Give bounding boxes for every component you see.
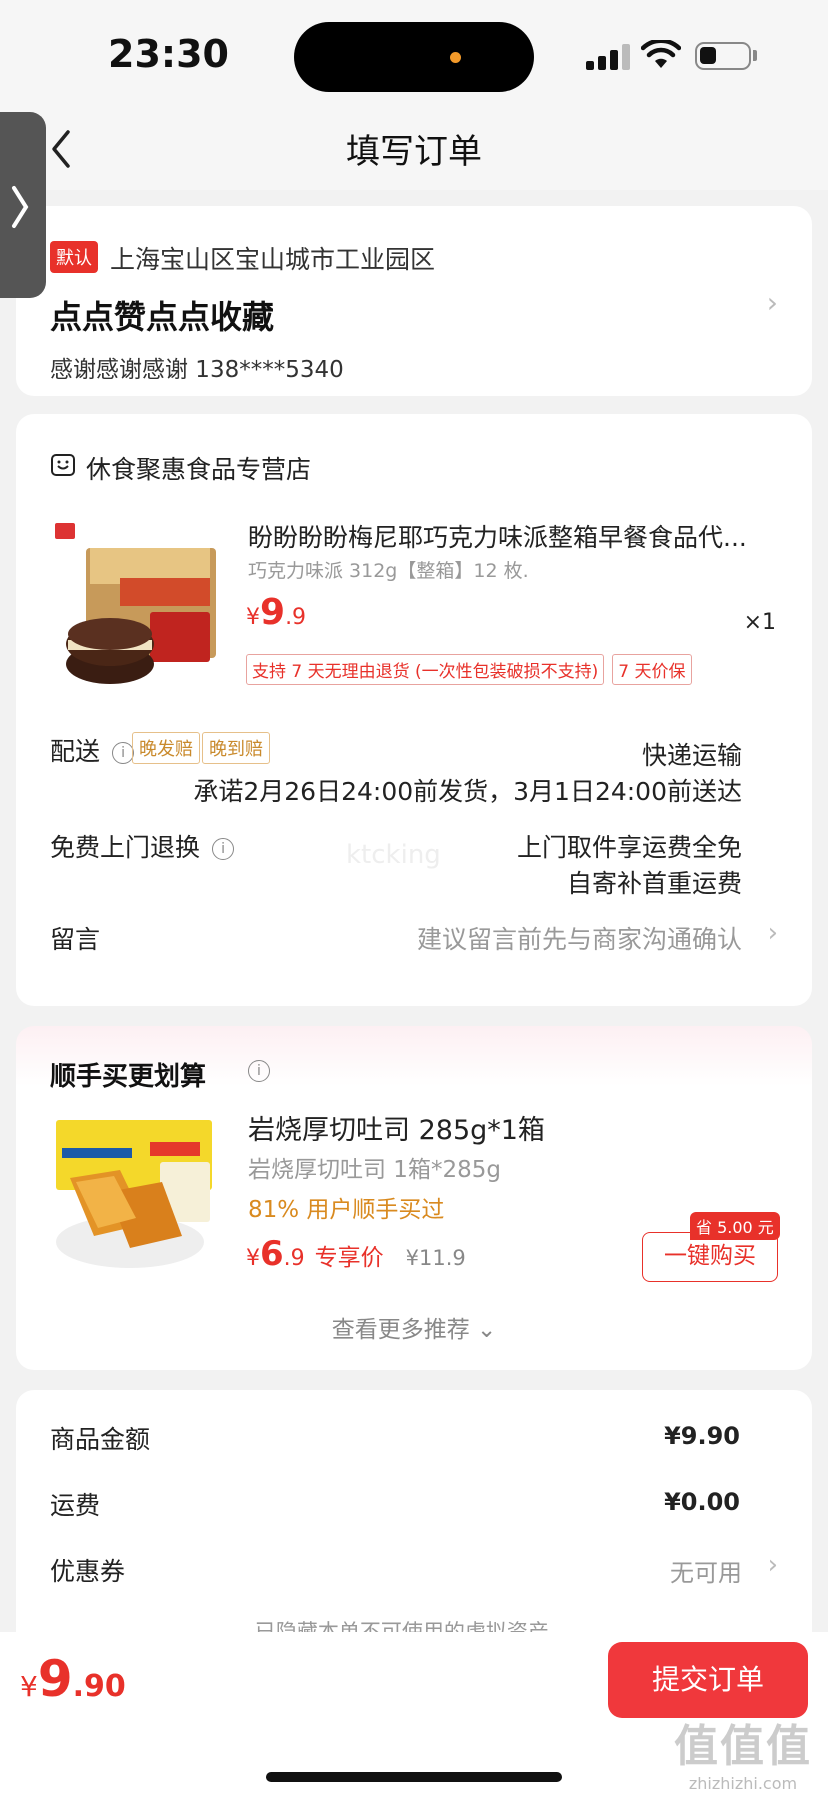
original-price: ¥11.9 <box>405 1246 466 1270</box>
clock: 23:30 <box>108 32 229 76</box>
price-protection-tag: 7 天价保 <box>612 654 692 685</box>
message-input[interactable]: 建议留言前先与商家沟通确认 <box>417 920 742 956</box>
more-recommendations-label: 查看更多推荐 <box>331 1317 470 1343</box>
total-currency: ¥ <box>20 1670 38 1703</box>
wifi-icon <box>641 40 681 68</box>
recording-indicator <box>450 52 461 63</box>
recommendation-spec: 岩烧厚切吐司 1箱*285g <box>248 1157 501 1183</box>
navigation-bar: 填写订单 <box>0 110 828 190</box>
delivery-label-wrap: 配送 i <box>50 732 135 768</box>
site-url: zhizhizhi.com <box>688 1774 798 1793</box>
delivery-promise: 承诺2月26日24:00前发货，3月1日24:00前送达 <box>193 777 742 806</box>
recommendation-price: ¥6.9 专享价 ¥11.9 <box>246 1234 466 1274</box>
late-arrival-compensation-tag: 晚到赔 <box>202 732 270 764</box>
returns-line2: 自寄补首重运费 <box>566 869 742 898</box>
shipping-fee-label: 运费 <box>50 1491 101 1520</box>
recommendation-title: 顺手买更划算 <box>50 1062 207 1092</box>
returns-label: 免费上门退换 <box>50 833 201 862</box>
price-currency: ¥ <box>246 1246 260 1271</box>
product-title[interactable]: 盼盼盼盼梅尼耶巧克力味派整箱早餐食品代... <box>248 518 788 554</box>
returns-label-wrap: 免费上门退换 i <box>50 828 235 864</box>
product-image[interactable] <box>50 518 230 698</box>
recommendation-image[interactable] <box>50 1112 218 1280</box>
default-address-badge: 默认 <box>50 241 98 273</box>
chevron-right-icon: › <box>767 1550 778 1580</box>
chevron-right-icon: › <box>767 918 778 948</box>
product-price: ¥9.9 <box>246 592 306 633</box>
delivery-method: 快递运输 <box>641 741 742 770</box>
goods-amount-value: ¥9.90 <box>664 1422 740 1450</box>
return-policy-tag: 支持 7 天无理由退货 (一次性包装破损不支持) <box>246 654 605 685</box>
shop-icon <box>51 454 75 476</box>
side-drawer-handle[interactable] <box>0 112 46 298</box>
savings-badge: 省 5.00 元 <box>690 1212 780 1240</box>
price-integer: 6 <box>260 1234 284 1274</box>
late-ship-compensation-tag: 晚发赔 <box>132 732 200 764</box>
recipient-name: 点点赞点点收藏 <box>50 298 275 336</box>
message-label: 留言 <box>50 925 101 954</box>
shipping-fee-value: ¥0.00 <box>664 1488 740 1516</box>
home-indicator[interactable] <box>266 1772 562 1782</box>
dynamic-island <box>294 22 534 92</box>
goods-amount-label: 商品金额 <box>50 1425 151 1454</box>
chevron-down-icon: ⌄ <box>477 1317 497 1343</box>
battery-nub <box>753 50 757 61</box>
address-line: 上海宝山区宝山城市工业园区 <box>110 245 436 274</box>
submit-order-button[interactable]: 提交订单 <box>608 1642 808 1718</box>
price-decimal: .9 <box>283 1246 305 1271</box>
chevron-right-icon: › <box>766 286 778 319</box>
chevron-right-icon <box>12 186 29 228</box>
info-icon[interactable]: i <box>248 1060 270 1082</box>
recommendation-name[interactable]: 岩烧厚切吐司 285g*1箱 <box>248 1108 545 1147</box>
info-icon[interactable]: i <box>212 838 235 860</box>
watermark: ktcking <box>346 840 441 870</box>
checkout-bar: ¥9.90 提交订单 值值值 zhizhizhi.com <box>0 1632 828 1795</box>
address-card[interactable]: 默认 上海宝山区宝山城市工业园区 点点赞点点收藏 感谢感谢感谢 138****5… <box>16 206 812 396</box>
price-decimal: .9 <box>285 605 307 630</box>
battery-icon <box>695 42 751 70</box>
price-currency: ¥ <box>246 605 260 630</box>
more-recommendations-link[interactable]: 查看更多推荐 ⌄ <box>16 1310 812 1344</box>
total-integer: 9 <box>37 1650 73 1708</box>
status-bar: 23:30 <box>0 0 828 110</box>
price-integer: 9 <box>260 592 286 633</box>
page-title: 填写订单 <box>346 132 482 172</box>
coupon-label: 优惠券 <box>50 1557 126 1586</box>
total-decimal: .90 <box>72 1669 126 1704</box>
recommendation-card: 顺手买更划算 i 岩烧厚切吐司 285g*1箱 岩烧厚切吐司 1箱*285g 8… <box>16 1026 812 1370</box>
product-spec: 巧克力味派 312g【整箱】12 枚. <box>248 560 529 582</box>
order-total: ¥9.90 <box>20 1650 126 1708</box>
cellular-signal-icon <box>586 44 630 70</box>
recommendation-social-proof: 81% 用户顺手买过 <box>248 1197 445 1223</box>
site-watermark: 值值值 zhizhizhi.com <box>674 1710 812 1793</box>
order-card: 休食聚惠食品专营店 盼盼盼盼梅尼耶巧克力味派整箱早餐食品代... 巧克力味派 3… <box>16 414 812 1006</box>
info-icon[interactable]: i <box>112 742 135 764</box>
returns-line1: 上门取件享运费全免 <box>516 833 742 862</box>
recipient-contact: 感谢感谢感谢 138****5340 <box>50 357 344 383</box>
product-service-tags: 支持 7 天无理由退货 (一次性包装破损不支持) 7 天价保 <box>246 654 692 685</box>
product-quantity: ×1 <box>743 610 776 635</box>
shop-name[interactable]: 休食聚惠食品专营店 <box>86 450 311 486</box>
site-logo: 值值值 <box>674 1721 812 1772</box>
exclusive-price-label: 专享价 <box>314 1245 384 1271</box>
coupon-value[interactable]: 无可用 <box>670 1553 742 1588</box>
delivery-label: 配送 <box>50 737 101 766</box>
